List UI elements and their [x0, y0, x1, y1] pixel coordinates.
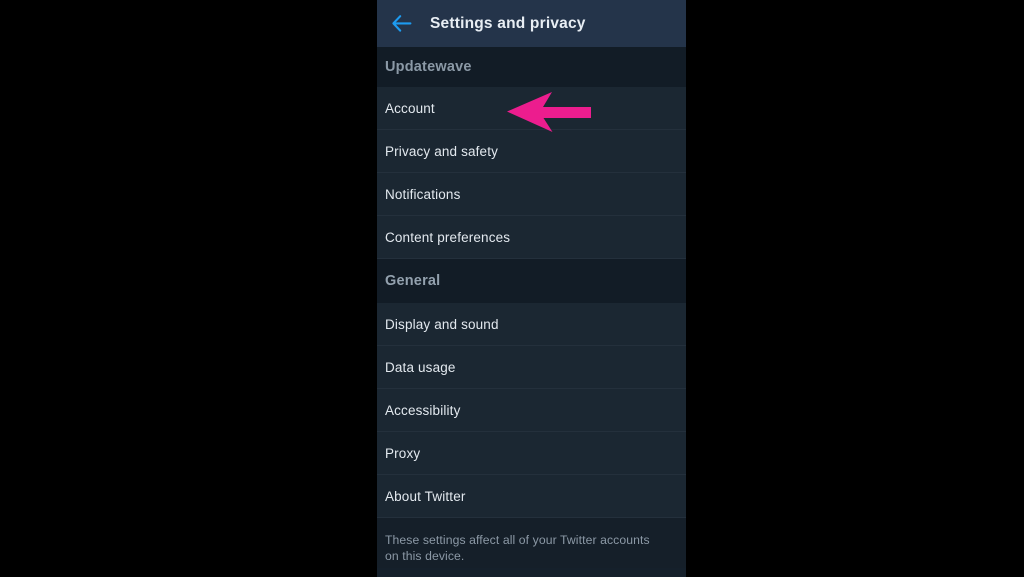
list-item-label: Content preferences — [385, 229, 511, 245]
list-item-content-preferences[interactable]: Content preferences — [377, 216, 686, 259]
list-item-proxy[interactable]: Proxy — [377, 432, 686, 475]
back-button[interactable] — [385, 7, 419, 41]
list-item-notifications[interactable]: Notifications — [377, 173, 686, 216]
arrow-left-icon — [391, 14, 413, 33]
list-item-data-usage[interactable]: Data usage — [377, 346, 686, 389]
footer-note: These settings affect all of your Twitte… — [377, 518, 686, 568]
section-header-updatewave: Updatewave — [377, 47, 686, 87]
list-item-label: Accessibility — [385, 402, 461, 418]
list-item-label: About Twitter — [385, 488, 466, 504]
footer-note-text: These settings affect all of your Twitte… — [385, 533, 650, 563]
settings-list-general: Display and sound Data usage Accessibili… — [377, 303, 686, 518]
list-item-label: Privacy and safety — [385, 143, 499, 159]
list-item-label: Proxy — [385, 445, 421, 461]
list-item-display-and-sound[interactable]: Display and sound — [377, 303, 686, 346]
list-item-account[interactable]: Account — [377, 87, 686, 130]
list-item-label: Display and sound — [385, 316, 499, 332]
page-title: Settings and privacy — [430, 14, 586, 32]
section-header-general: General — [377, 259, 686, 303]
toolbar: Settings and privacy — [377, 0, 686, 47]
list-item-accessibility[interactable]: Accessibility — [377, 389, 686, 432]
list-item-label: Notifications — [385, 186, 461, 202]
list-item-label: Account — [385, 100, 435, 116]
list-item-privacy-and-safety[interactable]: Privacy and safety — [377, 130, 686, 173]
settings-list-updatewave: Account Privacy and safety Notifications… — [377, 87, 686, 259]
list-item-label: Data usage — [385, 359, 456, 375]
phone-panel: Settings and privacy Updatewave Account … — [377, 0, 686, 577]
list-item-about-twitter[interactable]: About Twitter — [377, 475, 686, 518]
screen: Settings and privacy Updatewave Account … — [0, 0, 1024, 577]
